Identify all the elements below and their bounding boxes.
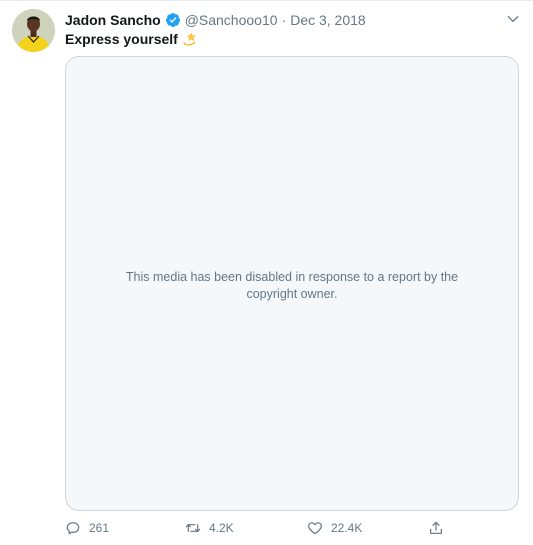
avatar-image xyxy=(12,9,55,52)
dizzy-star-icon xyxy=(183,32,196,46)
media-disabled-message: This media has been disabled in response… xyxy=(125,269,459,301)
tweet-card[interactable]: Jadon Sancho @Sanchooo10 · Dec 3, 2018 E… xyxy=(0,0,533,545)
media-container[interactable]: This media has been disabled in response… xyxy=(65,56,519,511)
retweet-button[interactable]: 4.2K xyxy=(185,520,234,536)
chevron-down-icon[interactable] xyxy=(505,11,521,27)
avatar[interactable] xyxy=(12,9,55,52)
tweet-date[interactable]: Dec 3, 2018 xyxy=(290,12,366,28)
tweet-text: Express yourself xyxy=(65,31,198,47)
handle[interactable]: @Sanchooo10 xyxy=(185,12,278,28)
tweet-actions: 261 4.2K 22.4K xyxy=(65,520,519,540)
display-name[interactable]: Jadon Sancho xyxy=(65,12,161,28)
verified-badge-icon xyxy=(165,13,180,27)
reply-button[interactable]: 261 xyxy=(65,520,109,536)
tweet-text-content: Express yourself xyxy=(65,31,178,47)
heart-icon xyxy=(308,522,322,535)
separator-dot: · xyxy=(281,12,287,28)
reply-count: 261 xyxy=(89,521,110,535)
retweet-count: 4.2K xyxy=(209,521,234,535)
share-button[interactable] xyxy=(428,520,444,536)
like-count: 22.4K xyxy=(331,521,363,535)
tweet-header: Jadon Sancho @Sanchooo10 · Dec 3, 2018 xyxy=(65,11,366,29)
share-icon xyxy=(430,521,442,534)
like-button[interactable]: 22.4K xyxy=(307,520,362,536)
retweet-icon xyxy=(185,524,201,532)
reply-icon xyxy=(66,522,80,535)
